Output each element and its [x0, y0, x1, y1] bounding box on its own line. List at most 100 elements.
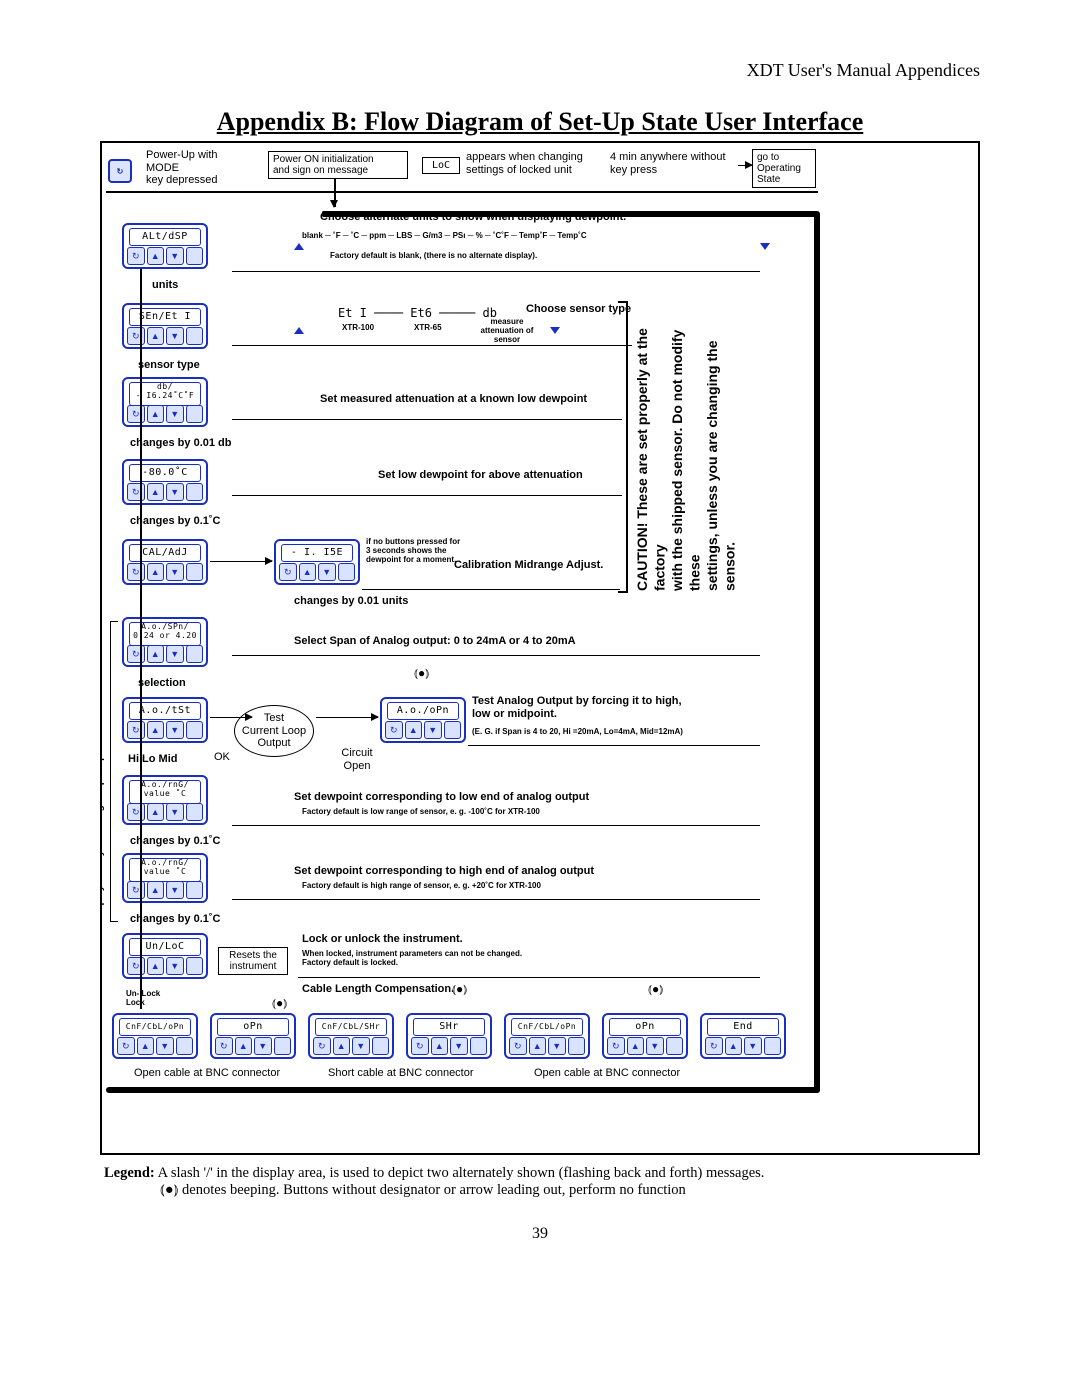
btn-down[interactable]: ▼	[646, 1037, 664, 1055]
btn-down[interactable]: ▼	[254, 1037, 272, 1055]
module-cnf3: CnF/CbL/oPn ↻▲▼	[504, 1013, 590, 1059]
btn-blank[interactable]	[338, 563, 356, 581]
btn-mode[interactable]: ↻	[607, 1037, 625, 1055]
btn-blank[interactable]	[186, 803, 204, 821]
btn-down[interactable]: ▼	[424, 721, 442, 739]
btn-up[interactable]: ▲	[147, 721, 165, 739]
heading-tst: Test Analog Output by forcing it to high…	[472, 695, 682, 720]
btn-up[interactable]: ▲	[147, 247, 165, 265]
btn-up[interactable]: ▲	[627, 1037, 645, 1055]
up-icon	[294, 243, 304, 250]
btn-down[interactable]: ▼	[450, 1037, 468, 1055]
btn-up[interactable]: ▲	[147, 803, 165, 821]
ok: OK	[214, 751, 230, 764]
btn-up[interactable]: ▲	[529, 1037, 547, 1055]
btn-up[interactable]: ▲	[137, 1037, 155, 1055]
btn-up[interactable]: ▲	[147, 881, 165, 899]
btn-blank[interactable]	[470, 1037, 488, 1055]
factory-default-note: Factory default is blank, (there is no a…	[330, 251, 537, 260]
btn-mode[interactable]: ↻	[279, 563, 297, 581]
btn-mode[interactable]: ↻	[117, 1037, 135, 1055]
btn-up[interactable]: ▲	[405, 721, 423, 739]
module-db: db/ - I6.24˚C˚F ↻▲▼	[122, 377, 208, 427]
btn-up[interactable]: ▲	[431, 1037, 449, 1055]
btn-blank[interactable]	[186, 405, 204, 423]
btn-blank[interactable]	[186, 563, 204, 581]
btn-blank[interactable]	[186, 327, 204, 345]
btn-down[interactable]: ▼	[744, 1037, 762, 1055]
screen: oPn	[217, 1018, 289, 1036]
btn-blank[interactable]	[444, 721, 462, 739]
page-number: 39	[100, 1225, 980, 1243]
down-icon	[760, 243, 770, 250]
btn-down[interactable]: ▼	[156, 1037, 174, 1055]
module-end: End ↻▲▼	[700, 1013, 786, 1059]
powerup-note: Power-Up with MODE key depressed	[146, 149, 256, 187]
btn-mode[interactable]: ↻	[705, 1037, 723, 1055]
module-opn2: oPn ↻▲▼	[210, 1013, 296, 1059]
btn-down[interactable]: ▼	[166, 645, 184, 663]
goto-box: go to Operating State	[752, 149, 816, 188]
btn-down[interactable]: ▼	[166, 327, 184, 345]
heading-sensor: Choose sensor type	[526, 303, 631, 316]
short-cable: Short cable at BNC connector	[328, 1067, 474, 1080]
btn-blank[interactable]	[186, 721, 204, 739]
btn-down[interactable]: ▼	[166, 563, 184, 581]
btn-mode[interactable]: ↻	[509, 1037, 527, 1055]
sensor-l3: measure attenuation of sensor	[472, 317, 542, 345]
btn-down[interactable]: ▼	[166, 803, 184, 821]
module-cnf1: CnF/CbL/oPn ↻▲▼	[112, 1013, 198, 1059]
btn-up[interactable]: ▲	[725, 1037, 743, 1055]
btn-up[interactable]: ▲	[299, 563, 317, 581]
circuit-open: Circuit Open	[332, 747, 382, 772]
btn-down[interactable]: ▼	[166, 483, 184, 501]
screen: CnF/CbL/oPn	[511, 1018, 583, 1036]
beep-icon: ⦅●⦆	[414, 667, 429, 681]
loc-box: LoC	[422, 157, 460, 174]
btn-blank[interactable]	[568, 1037, 586, 1055]
lowend-note: Factory default is low range of sensor, …	[302, 807, 540, 816]
btn-up[interactable]: ▲	[235, 1037, 253, 1055]
heading-cablecomp: Cable Length Compensation.	[302, 983, 454, 996]
btn-blank[interactable]	[666, 1037, 684, 1055]
btn-mode[interactable]: ↻	[313, 1037, 331, 1055]
btn-blank[interactable]	[186, 881, 204, 899]
btn-down[interactable]: ▼	[166, 881, 184, 899]
btn-blank[interactable]	[764, 1037, 782, 1055]
label-sensortype: sensor type	[138, 359, 200, 372]
btn-down[interactable]: ▼	[318, 563, 336, 581]
btn-up[interactable]: ▲	[147, 645, 165, 663]
module-tst: A.o./tSt ↻▲▼	[122, 697, 208, 743]
btn-down[interactable]: ▼	[166, 247, 184, 265]
btn-up[interactable]: ▲	[147, 563, 165, 581]
loc-note: appears when changing settings of locked…	[466, 151, 606, 176]
btn-up[interactable]: ▲	[333, 1037, 351, 1055]
btn-up[interactable]: ▲	[147, 405, 165, 423]
btn-mode[interactable]: ↻	[385, 721, 403, 739]
btn-blank[interactable]	[186, 645, 204, 663]
btn-blank[interactable]	[274, 1037, 292, 1055]
btn-up[interactable]: ▲	[147, 957, 165, 975]
btn-blank[interactable]	[186, 247, 204, 265]
btn-down[interactable]: ▼	[352, 1037, 370, 1055]
btn-down[interactable]: ▼	[166, 721, 184, 739]
btn-mode[interactable]: ↻	[411, 1037, 429, 1055]
btn-blank[interactable]	[186, 483, 204, 501]
btn-up[interactable]: ▲	[147, 327, 165, 345]
label-chg01c-1: changes by 0.1˚C	[130, 515, 220, 528]
heading-lowend: Set dewpoint corresponding to low end of…	[294, 791, 589, 804]
caution-label: CAUTION! These are set properly at the f…	[634, 301, 694, 591]
btn-blank[interactable]	[176, 1037, 194, 1055]
btn-blank[interactable]	[372, 1037, 390, 1055]
label-chg01c-3: changes by 0.1˚C	[130, 913, 220, 926]
heading-alt: Choose alternate units to show when disp…	[320, 211, 740, 224]
btn-mode[interactable]: ↻	[215, 1037, 233, 1055]
btn-down[interactable]: ▼	[548, 1037, 566, 1055]
beep-icon: ⦅●⦆	[272, 997, 287, 1011]
btn-blank[interactable]	[186, 957, 204, 975]
btn-down[interactable]: ▼	[166, 405, 184, 423]
btn-mode[interactable]: ↻	[127, 247, 145, 265]
beep-icon: ⦅●⦆	[648, 983, 663, 997]
btn-up[interactable]: ▲	[147, 483, 165, 501]
btn-down[interactable]: ▼	[166, 957, 184, 975]
